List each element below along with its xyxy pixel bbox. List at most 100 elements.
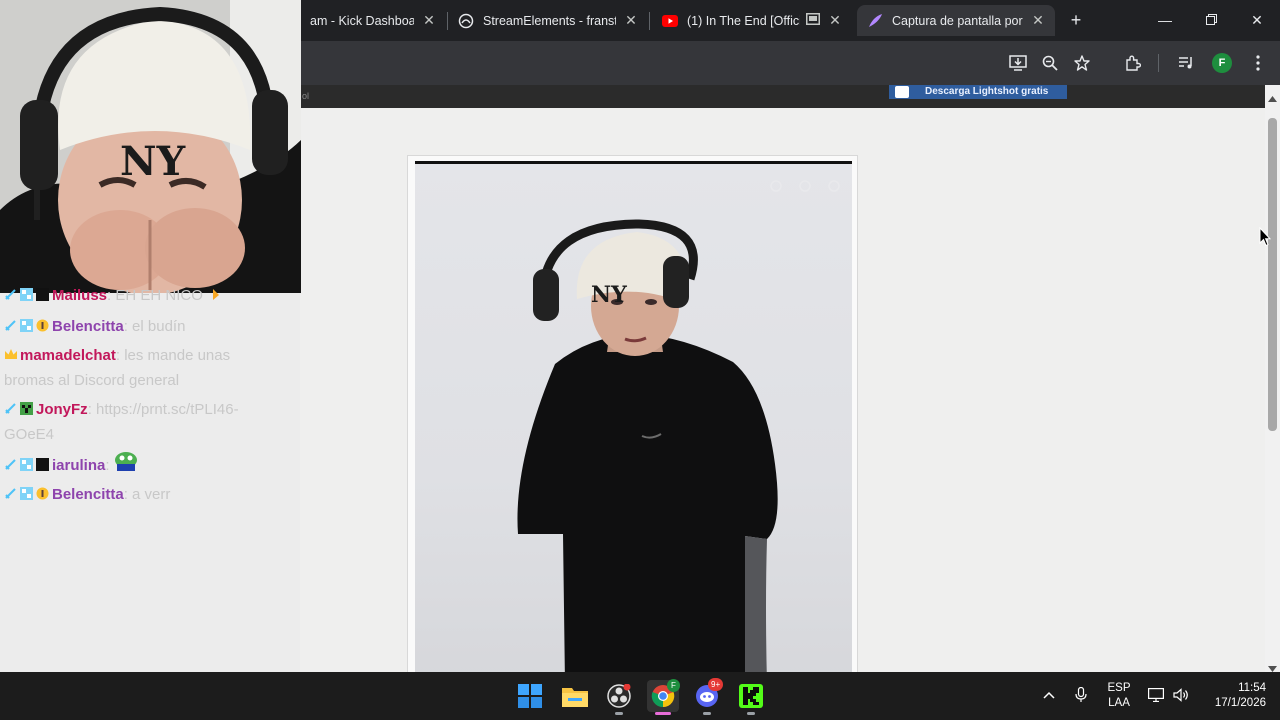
media-control-icon[interactable]: [1174, 51, 1198, 75]
webcam-feed-illustration: NY: [0, 0, 301, 293]
lightshot-feather-icon: [895, 86, 909, 98]
windows-start-icon[interactable]: [514, 680, 546, 712]
toolbar-divider: [1158, 54, 1159, 72]
mouse-cursor-icon: [1259, 226, 1272, 252]
close-icon[interactable]: ✕: [624, 12, 638, 29]
tab-youtube[interactable]: (1) In The End [Officia ✕: [652, 5, 852, 36]
webcam-overlay: NY: [0, 0, 301, 293]
pepe-emote-icon: [114, 451, 138, 471]
person-photo-illustration: NY: [517, 180, 840, 684]
network-icon[interactable]: [1147, 686, 1165, 704]
chrome-profile-badge: F: [667, 679, 680, 692]
tab-streamelements[interactable]: StreamElements - fransty ✕: [448, 5, 648, 36]
obs-icon[interactable]: [603, 680, 635, 715]
language-code: ESP: [1107, 682, 1131, 694]
chat-text: : el budín: [123, 318, 186, 335]
running-indicator: [655, 712, 671, 715]
keyboard-language[interactable]: ESP LAA: [1104, 681, 1134, 711]
chat-text: : EH EH NICO: [107, 287, 203, 304]
sword-icon: [4, 454, 17, 470]
tab-title: Captura de pantalla por l: [892, 13, 1023, 28]
tab-title: StreamElements - fransty: [483, 13, 616, 28]
install-app-icon[interactable]: [1006, 51, 1030, 75]
gold-coin-icon: [36, 315, 49, 332]
close-icon[interactable]: ✕: [828, 12, 842, 29]
svg-text:NY: NY: [591, 282, 627, 308]
tab-kick-dashboard[interactable]: am - Kick Dashboard ✕: [300, 5, 446, 36]
black-square-icon: [36, 454, 49, 471]
chat-username[interactable]: mamadelchat: [20, 347, 116, 364]
chat-message: JonyFz: https://prnt.sc/tPLI46-GOeE4: [4, 397, 274, 447]
running-indicator: [615, 712, 623, 715]
sword-icon: [4, 284, 17, 300]
squares-icon: [20, 315, 33, 332]
new-tab-button[interactable]: +: [1066, 10, 1086, 30]
gold-coin-icon: [36, 483, 49, 500]
download-button-label: Descarga Lightshot gratis: [925, 86, 1049, 97]
chat-username[interactable]: Mailuss: [52, 287, 107, 304]
layout-code: LAA: [1108, 697, 1130, 709]
chat-message: iarulina:: [4, 451, 274, 478]
running-indicator: [747, 712, 755, 715]
page-header: ol Descarga Lightshot gratis: [300, 85, 1265, 108]
chat-message: Belencitta: el budín: [4, 314, 274, 339]
svg-text:NY: NY: [120, 138, 186, 185]
chat-username[interactable]: Belencitta: [52, 318, 124, 335]
tab-title: (1) In The End [Officia: [687, 13, 800, 28]
microphone-icon[interactable]: [1072, 686, 1090, 704]
tab-lightshot-capture[interactable]: Captura de pantalla por l ✕: [857, 5, 1055, 36]
scroll-down-arrow-icon[interactable]: [1268, 660, 1277, 672]
kick-icon[interactable]: [735, 680, 767, 715]
emote-icon: [207, 284, 220, 300]
creeper-icon: [20, 398, 33, 415]
extensions-puzzle-icon[interactable]: [1121, 51, 1145, 75]
squares-icon: [20, 454, 33, 471]
chat-text: : a verr: [123, 486, 171, 503]
close-icon[interactable]: ✕: [422, 12, 436, 29]
squares-icon: [20, 483, 33, 500]
sword-icon: [4, 483, 17, 499]
header-side-text: ol: [302, 91, 310, 101]
chat-text: :: [105, 457, 110, 474]
chat-message: Belencitta: a verr: [4, 482, 274, 507]
download-lightshot-button[interactable]: Descarga Lightshot gratis: [889, 85, 1067, 99]
running-indicator: [703, 712, 711, 715]
file-explorer-icon[interactable]: [559, 680, 591, 712]
screenshot-photo[interactable]: NY: [415, 164, 852, 684]
zoom-icon[interactable]: [1038, 51, 1062, 75]
sword-icon: [4, 398, 17, 414]
close-window-button[interactable]: ✕: [1247, 10, 1267, 30]
lightshot-feather-icon: [867, 13, 883, 29]
screenshot-frame: NY: [407, 155, 858, 685]
close-icon[interactable]: ✕: [1031, 12, 1045, 29]
stream-chat-overlay: Mailuss: EH EH NICO Belencitta: el budín…: [0, 283, 300, 672]
system-clock[interactable]: 11:54 17/1/2026: [1196, 681, 1266, 711]
youtube-icon: [662, 13, 678, 29]
chat-username[interactable]: iarulina: [52, 457, 105, 474]
sword-icon: [4, 315, 17, 331]
chrome-icon[interactable]: F: [647, 679, 680, 715]
minimize-button[interactable]: —: [1155, 10, 1175, 30]
scrollbar-thumb[interactable]: [1268, 118, 1277, 431]
clock-time: 11:54: [1238, 682, 1266, 694]
discord-icon[interactable]: 9+: [691, 678, 724, 715]
black-square-icon: [36, 284, 49, 301]
picture-in-picture-icon[interactable]: [806, 13, 820, 28]
tab-divider: [649, 12, 650, 30]
show-hidden-icons-chevron-icon[interactable]: [1040, 686, 1058, 704]
restore-button[interactable]: [1201, 10, 1221, 30]
more-menu-icon[interactable]: [1246, 51, 1270, 75]
crown-icon: [4, 344, 17, 359]
scroll-up-arrow-icon[interactable]: [1268, 90, 1277, 102]
volume-icon[interactable]: [1172, 686, 1190, 704]
clock-date: 17/1/2026: [1214, 697, 1266, 709]
bookmark-star-icon[interactable]: [1070, 51, 1094, 75]
page-content: NY: [300, 108, 1265, 685]
profile-avatar[interactable]: F: [1212, 53, 1232, 73]
chat-username[interactable]: JonyFz: [36, 401, 88, 418]
chat-message: Mailuss: EH EH NICO: [4, 283, 274, 308]
chat-message: mamadelchat: les mande unas bromas al Di…: [4, 343, 274, 393]
chat-username[interactable]: Belencitta: [52, 486, 124, 503]
squares-icon: [20, 284, 33, 301]
streamelements-icon: [458, 13, 474, 29]
